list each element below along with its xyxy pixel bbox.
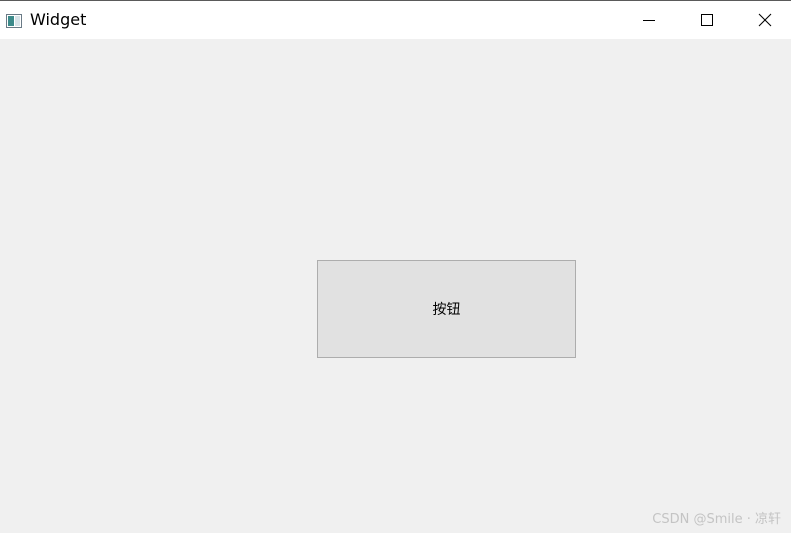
maximize-button[interactable]: [678, 1, 736, 39]
push-button-label: 按钮: [432, 302, 461, 318]
minimize-button[interactable]: [620, 1, 678, 39]
client-area: 按钮: [0, 39, 791, 533]
title-bar[interactable]: Widget: [0, 1, 791, 39]
maximize-icon: [701, 14, 713, 26]
watermark-text: CSDN @Smile · 凉轩: [652, 512, 781, 527]
close-icon: [758, 13, 772, 27]
app-window: Widget 按钮 CSDN @Smile · 凉轩: [0, 0, 791, 533]
close-button[interactable]: [736, 1, 791, 39]
push-button[interactable]: 按钮: [317, 260, 576, 358]
window-title: Widget: [30, 10, 87, 29]
app-window-icon: [6, 13, 22, 28]
minimize-icon: [643, 20, 655, 21]
